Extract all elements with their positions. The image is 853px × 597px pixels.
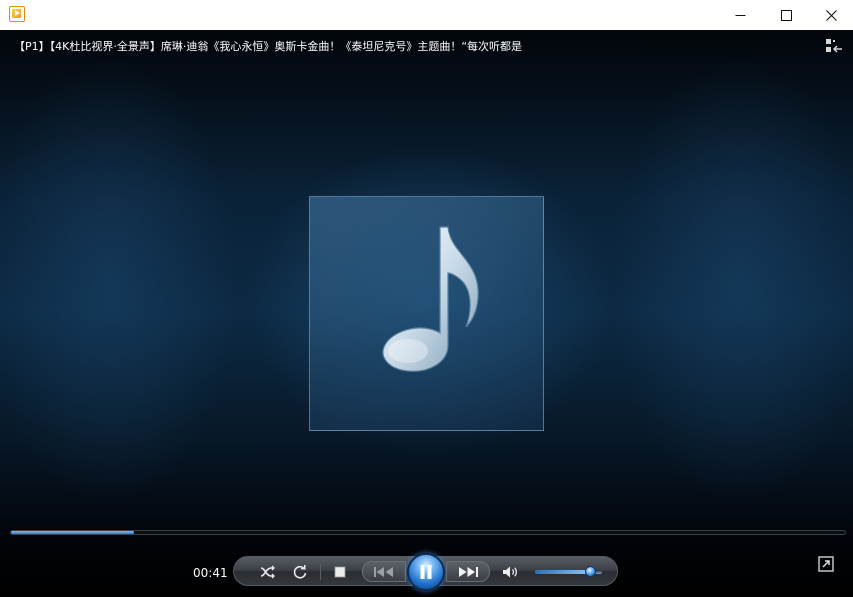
minimize-icon (735, 14, 745, 16)
album-art (309, 196, 544, 431)
volume-level (535, 570, 590, 574)
volume-knob[interactable] (585, 566, 596, 577)
pause-button[interactable] (407, 553, 445, 591)
volume-slider[interactable] (535, 566, 602, 577)
seek-progress (11, 531, 134, 534)
previous-icon (374, 566, 393, 577)
playback-controls (233, 553, 618, 591)
pause-icon (420, 565, 432, 579)
current-time: 00:41 (193, 566, 228, 580)
repeat-button[interactable] (290, 562, 310, 582)
previous-button[interactable] (362, 561, 406, 582)
next-icon (459, 566, 478, 577)
title-bar (0, 0, 853, 30)
media-player-icon (9, 6, 25, 22)
maximize-icon (780, 9, 792, 21)
next-button[interactable] (446, 561, 490, 582)
shuffle-icon (260, 565, 275, 579)
minimize-button[interactable] (717, 0, 763, 30)
stop-button[interactable] (330, 562, 350, 582)
volume-icon (503, 566, 518, 578)
video-area[interactable]: 【P1】【4K杜比视界·全景声】席琳·迪翁《我心永恒》奥斯卡金曲！《泰坦尼克号》… (0, 30, 853, 597)
fullscreen-icon (818, 556, 834, 572)
maximize-button[interactable] (763, 0, 809, 30)
playlist-toggle-icon (826, 39, 842, 53)
controls-divider (320, 564, 321, 580)
repeat-icon (293, 565, 307, 579)
seek-bar[interactable] (10, 530, 846, 535)
shuffle-button[interactable] (258, 562, 278, 582)
close-button[interactable] (808, 0, 853, 30)
fullscreen-button[interactable] (818, 556, 834, 572)
music-note-icon (382, 226, 479, 372)
playlist-toggle-button[interactable] (825, 38, 843, 54)
close-icon (825, 9, 837, 21)
volume-button[interactable] (501, 562, 521, 582)
stop-icon (334, 566, 346, 578)
video-title: 【P1】【4K杜比视界·全景声】席琳·迪翁《我心永恒》奥斯卡金曲！《泰坦尼克号》… (14, 40, 523, 53)
